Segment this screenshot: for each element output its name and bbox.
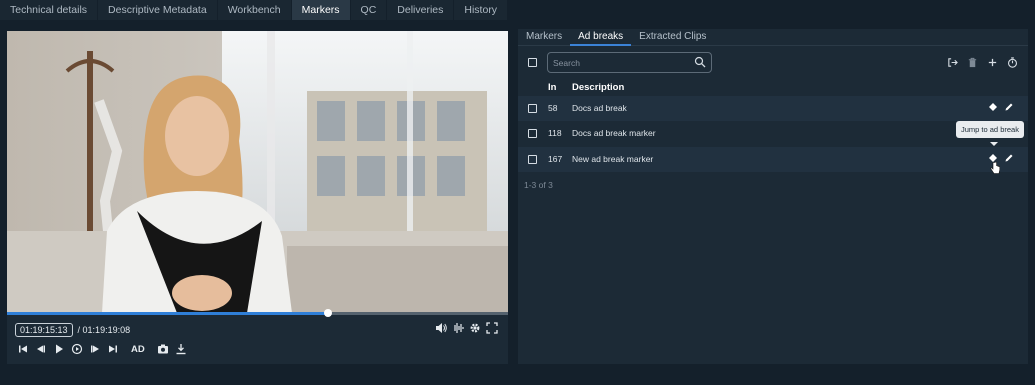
total-timecode: / 01:19:19:08 xyxy=(77,325,131,335)
subtab-ad-breaks[interactable]: Ad breaks xyxy=(570,29,632,46)
play-icon[interactable] xyxy=(53,343,65,355)
step-back-icon[interactable] xyxy=(35,343,47,355)
column-header-in[interactable]: In xyxy=(548,82,556,93)
jump-to-ad-break-tooltip: Jump to ad break xyxy=(956,121,1024,138)
audio-waveform-icon[interactable] xyxy=(452,322,464,334)
video-frame[interactable] xyxy=(7,31,508,313)
table-row[interactable]: 118 Docs ad break marker xyxy=(518,121,1028,146)
tab-workbench[interactable]: Workbench xyxy=(217,0,292,20)
tab-history[interactable]: History xyxy=(454,0,509,20)
subtab-extracted-clips[interactable]: Extracted Clips xyxy=(631,29,714,46)
row-description: Docs ad break marker xyxy=(572,128,656,138)
tab-markers[interactable]: Markers xyxy=(291,0,351,20)
step-forward-icon[interactable] xyxy=(89,343,101,355)
toolbar-actions xyxy=(947,57,1018,68)
row-checkbox[interactable] xyxy=(528,129,537,138)
select-all-checkbox[interactable] xyxy=(528,58,537,67)
search-box xyxy=(547,52,712,73)
table-row[interactable]: 167 New ad break marker xyxy=(518,147,1028,172)
jump-to-ad-break-icon[interactable] xyxy=(988,102,998,112)
row-description: New ad break marker xyxy=(572,154,654,164)
volume-icon[interactable] xyxy=(435,322,447,334)
search-input[interactable] xyxy=(548,53,688,73)
row-in-value: 58 xyxy=(548,103,558,113)
row-checkbox[interactable] xyxy=(528,104,537,113)
video-still-image xyxy=(7,31,508,313)
edit-pencil-icon[interactable] xyxy=(1004,153,1014,163)
tooltip-arrow xyxy=(990,142,998,146)
camera-icon[interactable] xyxy=(157,343,169,355)
tab-technical-details[interactable]: Technical details xyxy=(0,0,99,20)
ad-breaks-panel: Markers Ad breaks Extracted Clips In Des… xyxy=(518,29,1028,364)
table-header: In Description xyxy=(518,82,1028,96)
row-actions xyxy=(988,102,1014,112)
pagination-summary: 1-3 of 3 xyxy=(524,180,553,190)
table-row[interactable]: 58 Docs ad break xyxy=(518,96,1028,121)
edit-pencil-icon[interactable] xyxy=(1004,102,1014,112)
tab-deliveries[interactable]: Deliveries xyxy=(387,0,455,20)
row-checkbox[interactable] xyxy=(528,155,537,164)
marker-subtabs: Markers Ad breaks Extracted Clips xyxy=(518,29,1028,46)
player-settings-controls xyxy=(435,322,498,334)
tab-bar-spacer xyxy=(508,0,1035,20)
add-icon[interactable] xyxy=(987,57,998,68)
column-header-description[interactable]: Description xyxy=(572,82,624,93)
subtab-markers[interactable]: Markers xyxy=(518,29,570,46)
tab-descriptive-metadata[interactable]: Descriptive Metadata xyxy=(98,0,218,20)
current-timecode[interactable]: 01:19:15:13 xyxy=(15,323,73,337)
timecode-display: 01:19:15:13 / 01:19:19:08 xyxy=(15,323,130,337)
hand-cursor-icon xyxy=(990,161,1000,174)
skip-end-icon[interactable] xyxy=(107,343,119,355)
timer-icon[interactable] xyxy=(1007,57,1018,68)
row-in-value: 118 xyxy=(548,128,562,138)
ad-breaks-toolbar xyxy=(518,52,1028,74)
fullscreen-icon[interactable] xyxy=(486,322,498,334)
loop-icon[interactable] xyxy=(71,343,83,355)
skip-start-icon[interactable] xyxy=(17,343,29,355)
download-icon[interactable] xyxy=(175,343,187,355)
top-tab-bar: Technical details Descriptive Metadata W… xyxy=(0,0,1035,20)
tab-qc[interactable]: QC xyxy=(350,0,388,20)
playback-scrubber[interactable] xyxy=(7,309,508,317)
search-icon[interactable] xyxy=(694,56,706,68)
export-icon[interactable] xyxy=(947,57,958,68)
transport-controls: AD xyxy=(17,343,187,355)
scrubber-handle[interactable] xyxy=(323,309,332,317)
scrubber-progress xyxy=(7,312,328,315)
audio-description-toggle[interactable]: AD xyxy=(131,344,145,355)
delete-icon[interactable] xyxy=(967,57,978,68)
video-player: 01:19:15:13 / 01:19:19:08 AD xyxy=(7,31,508,364)
row-in-value: 167 xyxy=(548,154,563,164)
settings-gear-icon[interactable] xyxy=(469,322,481,334)
row-description: Docs ad break xyxy=(572,103,627,113)
